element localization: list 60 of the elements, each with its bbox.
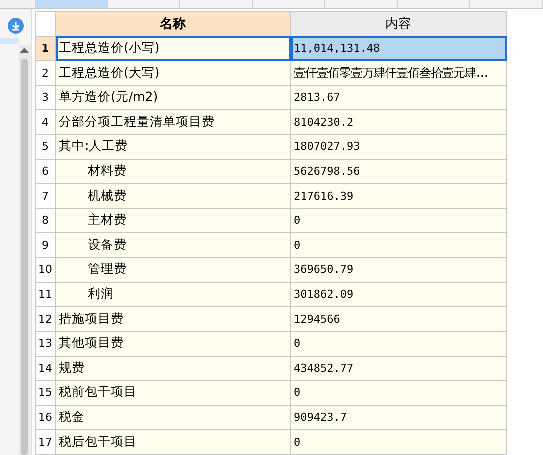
- row-number: 11: [36, 282, 56, 307]
- row-number: 13: [36, 331, 56, 356]
- table-cell: 措施项目费: [56, 306, 290, 332]
- download-icon[interactable]: [8, 18, 24, 34]
- corner-cell: [36, 12, 56, 36]
- table-cell: 217616.39: [290, 184, 506, 208]
- table-cell: 0: [290, 380, 506, 406]
- row-number: 4: [36, 110, 56, 135]
- table-cell: 909423.7: [290, 405, 506, 430]
- table-cell: 11,014,131.48: [290, 36, 506, 61]
- table-cell: 8104230.2: [290, 110, 506, 135]
- scrollbar[interactable]: [19, 45, 30, 455]
- table-cell: 管理费: [56, 258, 290, 282]
- row-number: 3: [36, 85, 56, 110]
- table-cell: 机械费: [56, 184, 290, 208]
- row-number: 16: [36, 405, 56, 430]
- row-number: 15: [36, 380, 56, 406]
- table-cell: 0: [290, 430, 506, 454]
- row-number: 5: [36, 134, 56, 160]
- row-number: 1: [36, 36, 56, 61]
- table-cell: 单方造价(元/m2): [56, 85, 290, 110]
- table-cell: 税前包干项目: [56, 380, 290, 406]
- row-number: 6: [36, 159, 56, 184]
- table-cell: 税后包干项目: [56, 430, 290, 454]
- table-cell: 分部分项工程量清单项目费: [56, 110, 290, 135]
- table-cell: 主材费: [56, 208, 290, 233]
- row-number: 12: [36, 306, 56, 332]
- table-cell: 0: [290, 208, 506, 233]
- table-cell: 工程总造价(小写): [56, 36, 290, 61]
- table-cell: 0: [290, 331, 506, 356]
- row-number: 9: [36, 232, 56, 258]
- table-cell: 2813.67: [290, 85, 506, 110]
- table-cell: 301862.09: [290, 282, 506, 307]
- column-header[interactable]: 内容: [290, 12, 506, 36]
- table-cell: 其他项目费: [56, 331, 290, 356]
- table-cell: 壹仟壹佰零壹万肆仟壹佰叁拾壹元肆…: [290, 60, 506, 86]
- table-cell: 设备费: [56, 232, 290, 258]
- table-cell: 1807027.93: [290, 134, 506, 160]
- table-cell: 其中:人工费: [56, 134, 290, 160]
- table-cell: 规费: [56, 356, 290, 381]
- row-number: 10: [36, 258, 56, 282]
- tab[interactable]: [35, 0, 108, 8]
- row-number: 14: [36, 356, 56, 381]
- table-cell: 工程总造价(大写): [56, 60, 290, 86]
- row-number: 8: [36, 208, 56, 233]
- table-cell: 5626798.56: [290, 159, 506, 184]
- row-number: 2: [36, 60, 56, 86]
- table-cell: 434852.77: [290, 356, 506, 381]
- row-number: 7: [36, 184, 56, 208]
- table-cell: 369650.79: [290, 258, 506, 282]
- table-cell: 材料费: [56, 159, 290, 184]
- table-cell: 1294566: [290, 306, 506, 332]
- tab[interactable]: [108, 0, 180, 8]
- row-number: 17: [36, 430, 56, 454]
- table-cell: 税金: [56, 405, 290, 430]
- table-cell: 利润: [56, 282, 290, 307]
- table-cell: 0: [290, 232, 506, 258]
- column-header[interactable]: 名称: [56, 12, 290, 36]
- tab[interactable]: [252, 0, 326, 8]
- scroll-up-icon[interactable]: [20, 47, 29, 54]
